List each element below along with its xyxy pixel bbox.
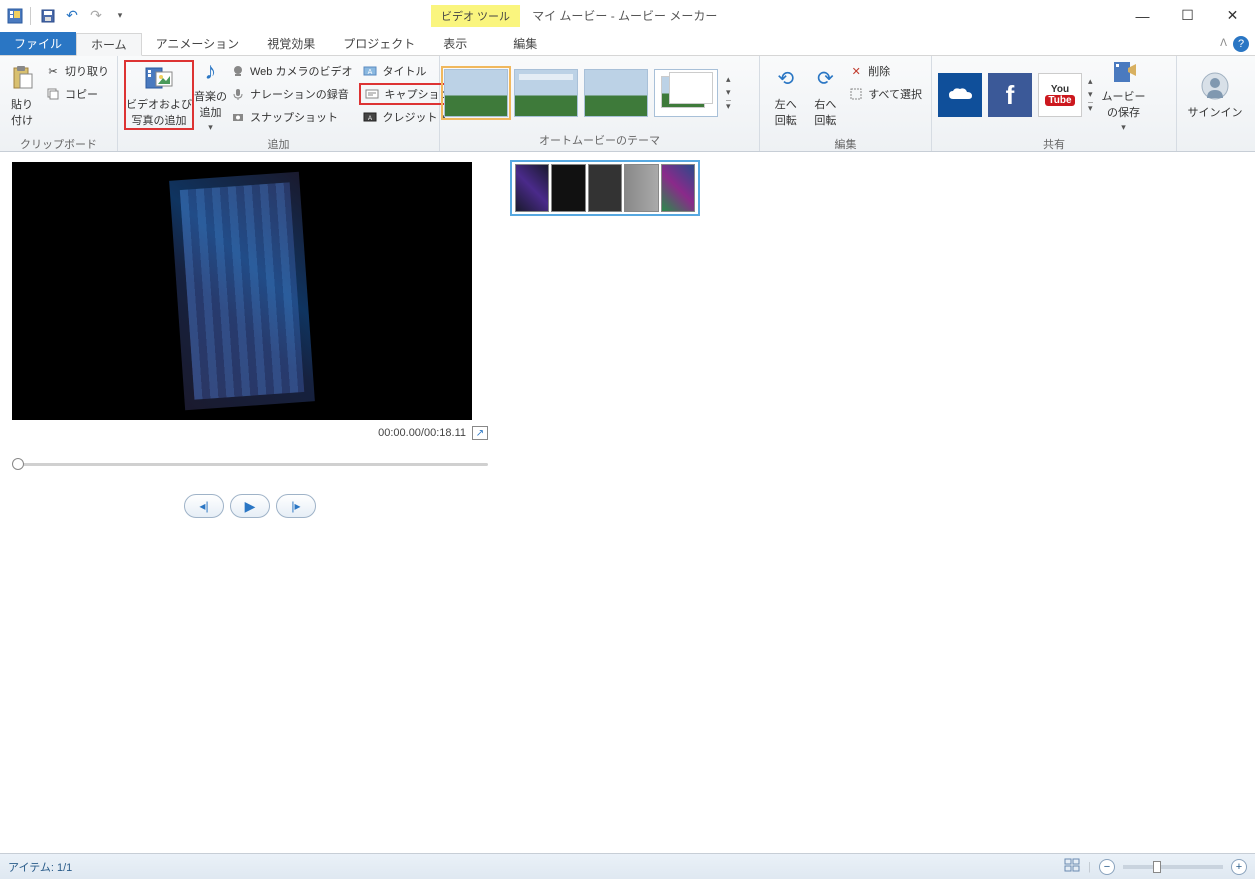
timeline-clip[interactable]: [510, 160, 700, 216]
preview-time: 00:00.00/00:18.11: [378, 427, 466, 439]
zoom-out-button[interactable]: −: [1099, 859, 1115, 875]
themes-more-button[interactable]: ▾: [726, 100, 731, 112]
work-area: 00:00.00/00:18.11 ↗ ◂| ▶ |▸: [0, 152, 1255, 853]
add-video-photo-label: ビデオおよび 写真の追加: [126, 96, 192, 128]
tab-visual-effects[interactable]: 視覚効果: [253, 32, 329, 55]
svg-text:A: A: [368, 69, 373, 76]
copy-icon: [45, 86, 61, 102]
preview-content: [169, 172, 315, 411]
rotate-left-button[interactable]: ⟲ 左へ 回転: [766, 60, 806, 130]
theme-item[interactable]: [514, 69, 578, 117]
themes-down-button[interactable]: ▾: [726, 87, 731, 98]
zoom-in-button[interactable]: +: [1231, 859, 1247, 875]
credits-icon: A: [362, 109, 378, 125]
zoom-slider[interactable]: [1123, 865, 1223, 869]
share-onedrive-button[interactable]: [938, 73, 982, 117]
fullscreen-button[interactable]: ↗: [472, 426, 488, 440]
share-more-button[interactable]: ▾: [1088, 102, 1093, 114]
snapshot-button[interactable]: スナップショット: [227, 106, 355, 128]
preview-scrubber[interactable]: [12, 454, 488, 474]
cut-icon: ✂: [45, 63, 61, 79]
record-narration-button[interactable]: ナレーションの録音: [227, 83, 355, 105]
tab-project[interactable]: プロジェクト: [329, 32, 429, 55]
add-music-label: 音楽の 追加: [194, 88, 227, 120]
scrubber-thumb[interactable]: [12, 458, 24, 470]
help-button[interactable]: ?: [1233, 36, 1249, 52]
sign-in-button[interactable]: サインイン: [1185, 60, 1245, 130]
webcam-video-button[interactable]: Web カメラのビデオ: [227, 60, 355, 82]
prev-frame-button[interactable]: ◂|: [184, 494, 224, 518]
cut-button[interactable]: ✂切り取り: [42, 60, 112, 82]
group-themes-label: オートムービーのテーマ: [440, 130, 759, 151]
share-up-button[interactable]: ▴: [1088, 76, 1093, 87]
maximize-button[interactable]: ☐: [1165, 1, 1210, 31]
rotate-left-icon: ⟲: [770, 62, 802, 94]
delete-icon: ✕: [848, 63, 864, 79]
select-all-button[interactable]: すべて選択: [845, 83, 925, 105]
context-tab-label: ビデオ ツール: [431, 5, 520, 27]
add-media-icon: [143, 62, 175, 94]
paste-label: 貼り 付け: [11, 96, 33, 128]
chevron-down-icon: ▾: [208, 122, 213, 133]
add-music-button[interactable]: ♪ 音楽の 追加 ▾: [194, 60, 227, 130]
title-bar: ↶ ↷ ▾ ビデオ ツール マイ ムービー - ムービー メーカー — ☐ ✕: [0, 0, 1255, 32]
share-youtube-button[interactable]: YouTube: [1038, 73, 1082, 117]
undo-button[interactable]: ↶: [61, 5, 83, 27]
window-title: マイ ムービー - ムービー メーカー: [532, 7, 717, 24]
theme-item[interactable]: [584, 69, 648, 117]
ribbon-tabs: ファイル ホーム アニメーション 視覚効果 プロジェクト 表示 編集 ᐱ ?: [0, 32, 1255, 56]
paste-icon: [6, 62, 38, 94]
qat-dropdown[interactable]: ▾: [109, 5, 131, 27]
share-facebook-button[interactable]: f: [988, 73, 1032, 117]
user-icon: [1199, 70, 1231, 102]
timeline-pane[interactable]: [500, 152, 1255, 853]
ribbon: 貼り 付け ✂切り取り コピー クリップボード ビデオおよび 写真の追加 ♪ 音…: [0, 56, 1255, 152]
theme-item[interactable]: [444, 69, 508, 117]
music-icon: ♪: [195, 58, 227, 86]
rotate-right-icon: ⟳: [809, 62, 841, 94]
share-down-button[interactable]: ▾: [1088, 89, 1093, 100]
play-button[interactable]: ▶: [230, 494, 270, 518]
preview-pane: 00:00.00/00:18.11 ↗ ◂| ▶ |▸: [0, 152, 500, 853]
delete-button[interactable]: ✕削除: [845, 60, 925, 82]
tab-file[interactable]: ファイル: [0, 32, 76, 55]
tab-view[interactable]: 表示: [429, 32, 481, 55]
tab-animation[interactable]: アニメーション: [142, 32, 254, 55]
close-button[interactable]: ✕: [1210, 1, 1255, 31]
minimize-button[interactable]: —: [1120, 1, 1165, 31]
ribbon-collapse-button[interactable]: ᐱ: [1220, 38, 1227, 49]
rotate-right-button[interactable]: ⟳ 右へ 回転: [806, 60, 846, 130]
tab-home[interactable]: ホーム: [76, 33, 142, 56]
add-video-photo-button[interactable]: ビデオおよび 写真の追加: [124, 60, 194, 130]
save-movie-button[interactable]: ムービー の保存 ▾: [1099, 60, 1149, 130]
preview-video[interactable]: [12, 162, 472, 420]
webcam-icon: [230, 63, 246, 79]
status-bar: アイテム: 1/1 | − +: [0, 853, 1255, 879]
chevron-down-icon: ▾: [1121, 122, 1126, 133]
caption-icon: [364, 86, 380, 102]
app-icon: [6, 7, 24, 25]
title-icon: A: [362, 63, 378, 79]
microphone-icon: [230, 86, 246, 102]
redo-button[interactable]: ↷: [85, 5, 107, 27]
save-movie-icon: [1108, 58, 1140, 86]
next-frame-button[interactable]: |▸: [276, 494, 316, 518]
tab-edit[interactable]: 編集: [499, 32, 551, 55]
status-items: アイテム: 1/1: [8, 859, 72, 875]
snapshot-icon: [230, 109, 246, 125]
view-mode-button[interactable]: [1064, 858, 1080, 875]
theme-item[interactable]: [654, 69, 718, 117]
paste-button[interactable]: 貼り 付け: [6, 60, 38, 130]
svg-text:A: A: [368, 116, 372, 122]
copy-button[interactable]: コピー: [42, 83, 112, 105]
save-button[interactable]: [37, 5, 59, 27]
themes-up-button[interactable]: ▴: [726, 74, 731, 85]
select-all-icon: [848, 86, 864, 102]
